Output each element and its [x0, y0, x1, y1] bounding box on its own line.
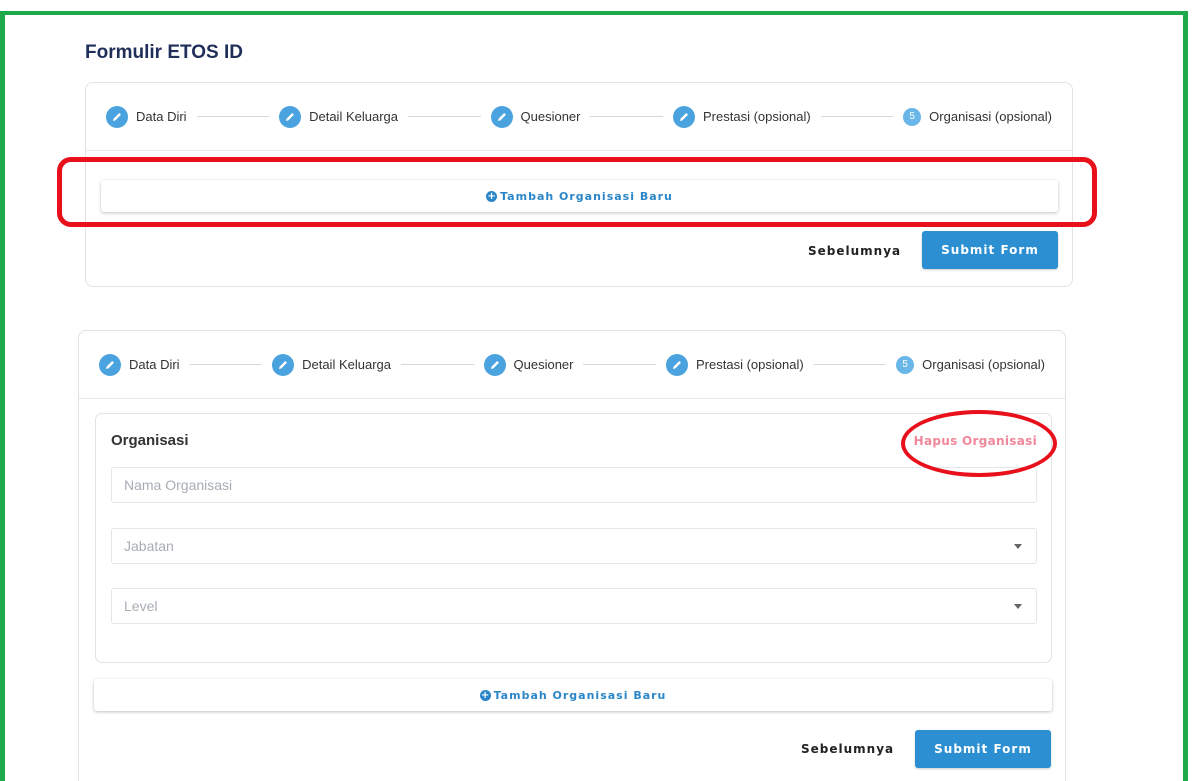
annotation-red-rectangle	[57, 157, 1097, 227]
jabatan-placeholder: Jabatan	[124, 538, 174, 554]
step-label: Organisasi (opsional)	[922, 357, 1046, 372]
step-detail-keluarga[interactable]: Detail Keluarga	[272, 353, 391, 376]
add-organisasi-button[interactable]: + Tambah Organisasi Baru	[94, 679, 1052, 711]
step-label: Prestasi (opsional)	[703, 109, 811, 124]
pencil-icon	[490, 105, 513, 128]
step-label: Quesioner	[513, 357, 574, 372]
step-organisasi[interactable]: 5 Organisasi (opsional)	[903, 107, 1053, 126]
step-connector	[407, 116, 481, 117]
step-data-diri[interactable]: Data Diri	[106, 105, 187, 128]
jabatan-select[interactable]: Jabatan	[111, 528, 1037, 564]
pencil-icon	[483, 353, 506, 376]
step-label: Quesioner	[520, 109, 581, 124]
step-connector	[189, 364, 263, 365]
step-label: Detail Keluarga	[309, 109, 398, 124]
step-connector	[590, 116, 663, 117]
organisasi-title: Organisasi	[111, 432, 189, 449]
step-organisasi[interactable]: 5 Organisasi (opsional)	[896, 355, 1046, 374]
pencil-icon	[99, 353, 121, 376]
submit-button[interactable]: Submit Form	[922, 231, 1058, 269]
annotation-red-oval	[901, 410, 1057, 477]
step-data-diri[interactable]: Data Diri	[99, 353, 180, 376]
page-title: Formulir ETOS ID	[85, 42, 244, 63]
step-number: 5	[896, 355, 915, 374]
pencil-icon	[106, 105, 128, 128]
stepper: Data Diri Detail Keluarga Quesioner Pres…	[79, 331, 1065, 399]
step-label: Prestasi (opsional)	[696, 357, 804, 372]
previous-button[interactable]: Sebelumnya	[808, 244, 901, 258]
plus-circle-icon: +	[479, 689, 491, 701]
previous-button[interactable]: Sebelumnya	[801, 742, 894, 756]
caret-down-icon	[1014, 604, 1022, 609]
submit-button[interactable]: Submit Form	[915, 730, 1051, 768]
step-connector	[583, 364, 656, 365]
pencil-icon	[666, 353, 688, 376]
step-quesioner[interactable]: Quesioner	[483, 353, 574, 376]
pencil-icon	[279, 105, 302, 128]
step-label: Data Diri	[136, 109, 187, 124]
step-connector	[196, 116, 270, 117]
level-placeholder: Level	[124, 598, 158, 614]
step-label: Detail Keluarga	[302, 357, 391, 372]
step-label: Data Diri	[129, 357, 180, 372]
nama-organisasi-placeholder: Nama Organisasi	[124, 477, 233, 493]
add-organisasi-label: Tambah Organisasi Baru	[493, 688, 667, 702]
step-prestasi[interactable]: Prestasi (opsional)	[673, 105, 811, 128]
stepper: Data Diri Detail Keluarga Quesioner Pres…	[86, 83, 1072, 151]
step-prestasi[interactable]: Prestasi (opsional)	[666, 353, 804, 376]
form-card-expanded: Data Diri Detail Keluarga Quesioner Pres…	[78, 330, 1066, 781]
step-number: 5	[903, 107, 922, 126]
pencil-icon	[272, 353, 295, 376]
level-select[interactable]: Level	[111, 588, 1037, 624]
step-connector	[400, 364, 474, 365]
step-detail-keluarga[interactable]: Detail Keluarga	[279, 105, 398, 128]
caret-down-icon	[1014, 544, 1022, 549]
step-quesioner[interactable]: Quesioner	[490, 105, 581, 128]
pencil-icon	[673, 105, 695, 128]
step-connector	[820, 116, 894, 117]
step-connector	[813, 364, 887, 365]
step-label: Organisasi (opsional)	[929, 109, 1053, 124]
nama-organisasi-input[interactable]: Nama Organisasi	[111, 467, 1037, 503]
